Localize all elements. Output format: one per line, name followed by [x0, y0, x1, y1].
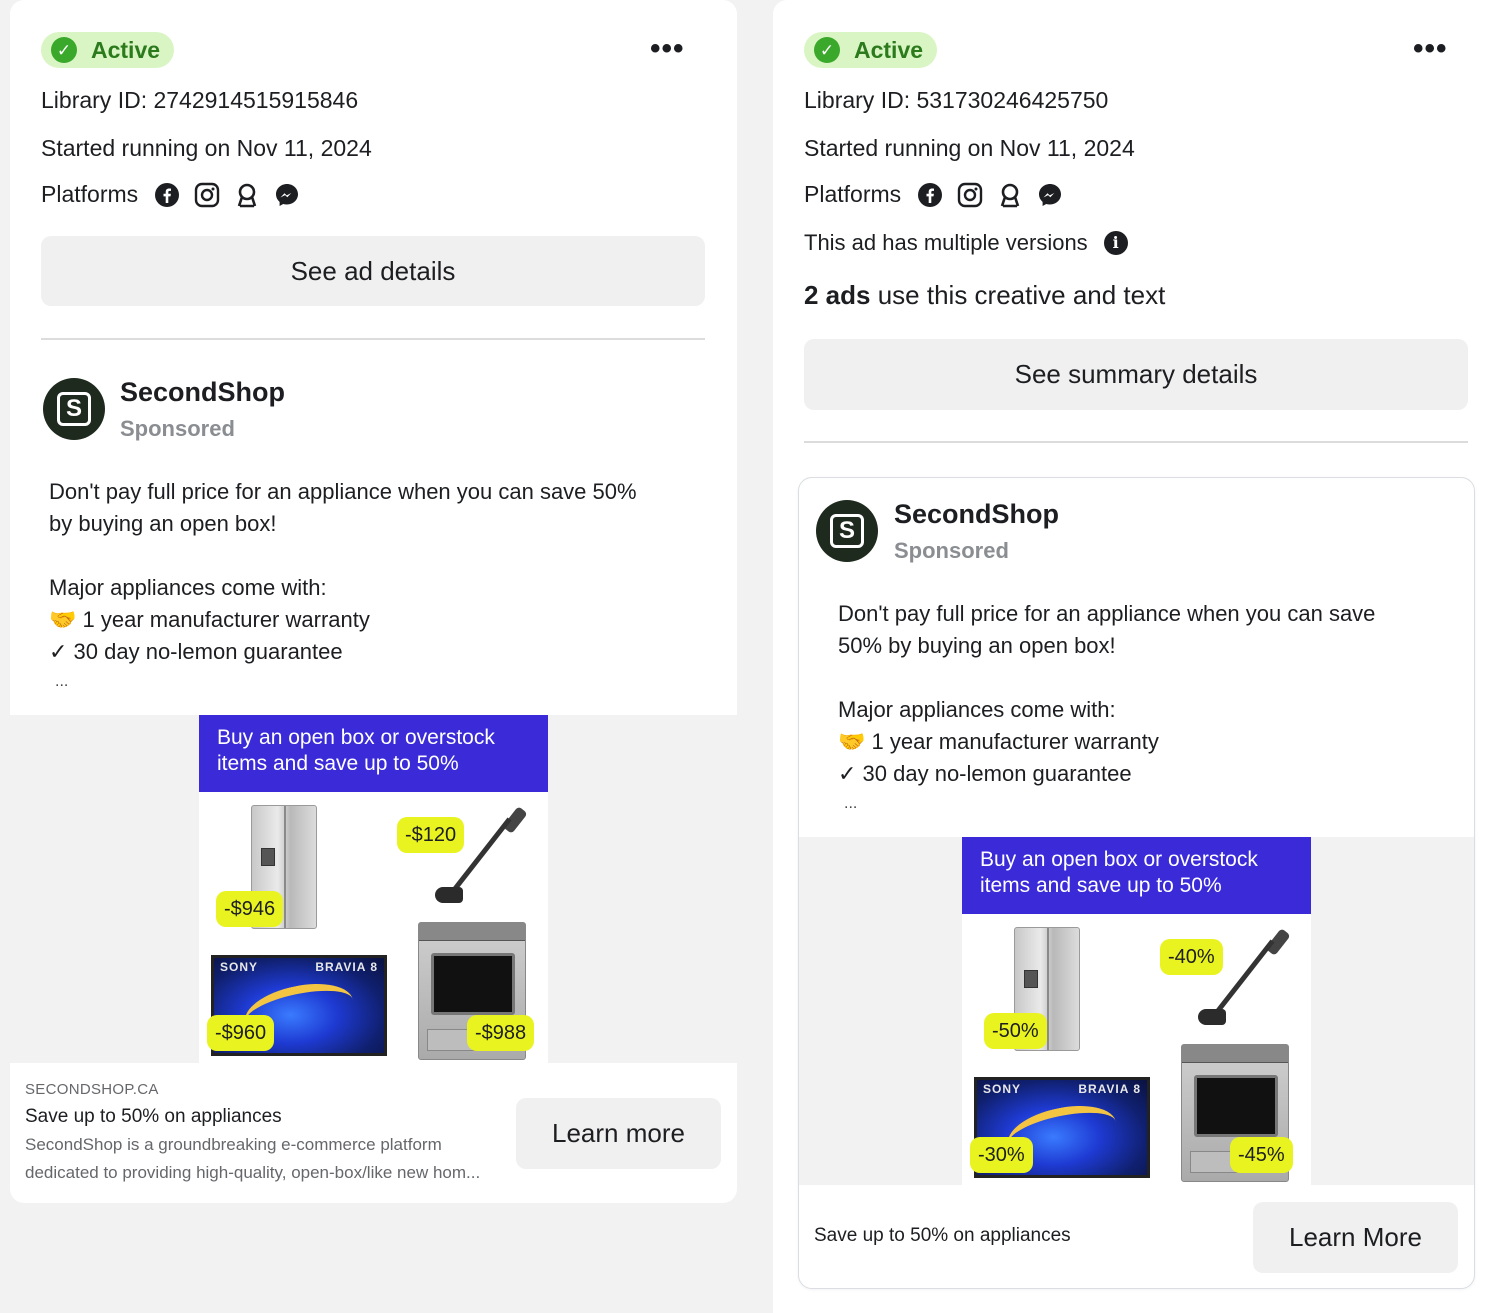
- ad-creative-image[interactable]: Buy an open box or overstock items and s…: [199, 715, 548, 1063]
- platforms-label: Platforms: [804, 181, 902, 207]
- tv-model: BRAVIA 8: [315, 960, 378, 974]
- multiple-versions-note: This ad has multiple versions i: [804, 229, 1128, 257]
- status-badge: ✓ Active: [804, 32, 938, 68]
- secondshop-logo-icon: S: [57, 392, 91, 426]
- audience-network-icon: [237, 183, 257, 207]
- see-summary-details-button[interactable]: See summary details: [804, 339, 1468, 410]
- ad-card-1: ✓ Active ••• Library ID: 274291451591584…: [10, 0, 737, 1203]
- instagram-icon: [957, 182, 983, 207]
- discount-tag: -30%: [970, 1137, 1033, 1173]
- versions-note-text: This ad has multiple versions: [804, 230, 1088, 255]
- see-more-ellipsis[interactable]: ...: [844, 790, 1468, 818]
- link-title[interactable]: Save up to 50% on appliances: [25, 1106, 282, 1128]
- start-date: Started running on Nov 11, 2024: [41, 135, 372, 161]
- facebook-icon: [155, 182, 180, 207]
- link-domain[interactable]: SECONDSHOP.CA: [25, 1081, 159, 1098]
- sponsored-label: Sponsored: [894, 538, 1009, 563]
- body-line: 🤝 1 year manufacturer warranty: [49, 607, 370, 632]
- discount-tag: -45%: [1230, 1137, 1293, 1173]
- body-line: by buying an open box!: [49, 511, 277, 536]
- divider: [804, 441, 1468, 443]
- more-options-icon[interactable]: •••: [1413, 34, 1448, 64]
- discount-tag: -$960: [207, 1015, 275, 1051]
- ad-body-text: Don't pay full price for an appliance wh…: [838, 598, 1468, 818]
- vacuum-head: [1198, 1009, 1226, 1025]
- vacuum-head: [435, 887, 463, 903]
- sponsored-label: Sponsored: [120, 416, 235, 441]
- status-label: Active: [854, 36, 924, 63]
- tv-model: BRAVIA 8: [1078, 1082, 1141, 1096]
- status-label: Active: [91, 36, 161, 63]
- see-ad-details-button[interactable]: See ad details: [41, 236, 705, 306]
- body-line: Major appliances come with:: [838, 697, 1116, 722]
- ad-card-2: ✓ Active ••• Library ID: 531730246425750…: [773, 0, 1500, 1313]
- library-id: Library ID: 531730246425750: [804, 87, 1109, 113]
- body-line: Major appliances come with:: [49, 575, 327, 600]
- more-options-icon[interactable]: •••: [650, 34, 685, 64]
- platforms-row: Platforms: [41, 181, 300, 208]
- discount-tag: -$120: [397, 817, 465, 853]
- banner-line: items and save up to 50%: [980, 874, 1222, 897]
- discount-tag: -$946: [216, 891, 284, 927]
- body-line: ✓ 30 day no-lemon guarantee: [838, 761, 1132, 786]
- tv-brand: SONY: [220, 960, 259, 974]
- banner-line: Buy an open box or overstock: [217, 726, 495, 749]
- body-line: Don't pay full price for an appliance wh…: [49, 479, 637, 504]
- banner-line: Buy an open box or overstock: [980, 848, 1258, 871]
- divider: [41, 338, 705, 340]
- ad-body-text: Don't pay full price for an appliance wh…: [49, 476, 729, 696]
- ads-count-line: 2 ads use this creative and text: [804, 281, 1165, 309]
- check-circle-icon: ✓: [51, 37, 77, 63]
- discount-tag: -50%: [984, 1013, 1047, 1049]
- ad-creative-image[interactable]: Buy an open box or overstock items and s…: [962, 837, 1311, 1185]
- advertiser-avatar[interactable]: S: [816, 500, 878, 562]
- learn-more-button[interactable]: Learn more: [516, 1098, 721, 1169]
- body-line: 🤝 1 year manufacturer warranty: [838, 729, 1159, 754]
- body-line: ✓ 30 day no-lemon guarantee: [49, 639, 343, 664]
- link-title[interactable]: Save up to 50% on appliances: [814, 1225, 1071, 1247]
- link-description-line: SecondShop is a groundbreaking e-commerc…: [25, 1135, 442, 1154]
- creative-banner: Buy an open box or overstock items and s…: [962, 837, 1311, 914]
- facebook-icon: [918, 182, 943, 207]
- body-line: Don't pay full price for an appliance wh…: [838, 601, 1376, 626]
- info-icon[interactable]: i: [1103, 231, 1128, 255]
- ad-media[interactable]: Buy an open box or overstock items and s…: [10, 715, 737, 1063]
- banner-line: items and save up to 50%: [217, 752, 459, 775]
- platforms-row: Platforms: [804, 181, 1063, 208]
- discount-tag: -40%: [1160, 939, 1223, 975]
- platforms-label: Platforms: [41, 181, 139, 207]
- body-line: 50% by buying an open box!: [838, 633, 1116, 658]
- instagram-icon: [194, 182, 220, 207]
- tv-brand: SONY: [983, 1082, 1022, 1096]
- secondshop-logo-icon: S: [830, 514, 864, 548]
- discount-tag: -$988: [467, 1015, 535, 1051]
- advertiser-name[interactable]: SecondShop: [120, 377, 285, 408]
- start-date: Started running on Nov 11, 2024: [804, 135, 1135, 161]
- see-more-ellipsis[interactable]: ...: [55, 668, 729, 696]
- ads-count: 2 ads: [804, 280, 871, 310]
- library-id: Library ID: 2742914515915846: [41, 87, 359, 113]
- check-circle-icon: ✓: [814, 37, 840, 63]
- messenger-icon: [276, 183, 299, 206]
- messenger-icon: [1039, 183, 1062, 206]
- learn-more-button[interactable]: Learn More: [1253, 1202, 1458, 1273]
- audience-network-icon: [1000, 183, 1020, 207]
- status-badge: ✓ Active: [41, 32, 175, 68]
- ad-preview-card: S SecondShop Sponsored Don't pay full pr…: [798, 477, 1475, 1289]
- advertiser-name[interactable]: SecondShop: [894, 499, 1059, 530]
- advertiser-avatar[interactable]: S: [43, 378, 105, 440]
- ads-count-text: use this creative and text: [870, 280, 1166, 310]
- link-description-line: dedicated to providing high-quality, ope…: [25, 1163, 481, 1182]
- ad-media[interactable]: Buy an open box or overstock items and s…: [799, 837, 1474, 1185]
- creative-banner: Buy an open box or overstock items and s…: [199, 715, 548, 792]
- link-description: SecondShop is a groundbreaking e-commerc…: [25, 1131, 505, 1187]
